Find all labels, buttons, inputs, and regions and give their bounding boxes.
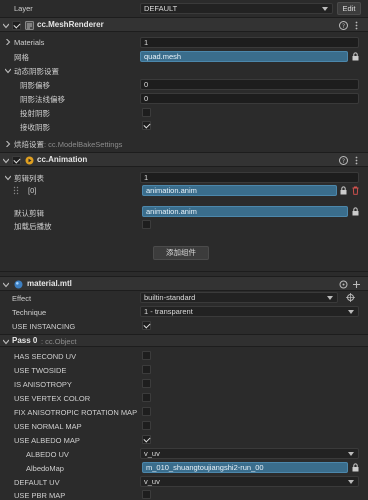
use-instancing-checkbox[interactable] bbox=[142, 321, 151, 330]
default-uv-label: DEFAULT UV bbox=[14, 478, 60, 487]
clip0-asset-field[interactable]: animation.anim bbox=[142, 185, 337, 196]
chevron-down-icon[interactable] bbox=[3, 23, 9, 29]
animation-icon bbox=[25, 156, 34, 165]
meshrenderer-header[interactable]: cc.MeshRenderer ? bbox=[0, 17, 368, 32]
lock-icon[interactable] bbox=[339, 186, 348, 195]
layer-edit-button[interactable]: Edit bbox=[337, 2, 361, 15]
svg-text:?: ? bbox=[342, 23, 345, 30]
material-icon bbox=[14, 280, 23, 289]
animation-title: cc.Animation bbox=[37, 155, 88, 164]
prop-label: USE VERTEX COLOR bbox=[14, 394, 91, 403]
bake-settings-label: 烘焙设置: cc.ModelBakeSettings bbox=[14, 139, 122, 150]
prop-label: USE ALBEDO MAP bbox=[14, 436, 80, 445]
mesh-asset-field[interactable]: quad.mesh bbox=[140, 51, 348, 62]
prop-label: FIX ANISOTROPIC ROTATION MAP bbox=[14, 408, 138, 417]
shadow-bias-label: 阴影偏移 bbox=[20, 81, 50, 90]
default-uv-select[interactable]: v_uv bbox=[140, 476, 359, 487]
bake-settings-type: : cc.ModelBakeSettings bbox=[44, 140, 123, 149]
use-pbr-map-checkbox[interactable] bbox=[142, 490, 151, 499]
divider bbox=[0, 271, 368, 272]
albedo-uv-label: ALBEDO UV bbox=[26, 450, 69, 459]
chevron-down-icon[interactable] bbox=[5, 68, 11, 74]
material-title: material.mtl bbox=[27, 279, 72, 288]
layer-label: Layer bbox=[14, 4, 33, 13]
pass0-header[interactable]: Pass 0 : cc.Object bbox=[0, 334, 368, 347]
fix-anisotropic-rotation-map-checkbox[interactable] bbox=[142, 407, 151, 416]
prop-label: USE NORMAL MAP bbox=[14, 422, 82, 431]
shadow-normal-bias-field[interactable]: 0 bbox=[140, 93, 359, 104]
use-instancing-label: USE INSTANCING bbox=[12, 322, 76, 331]
shadow-bias-field[interactable]: 0 bbox=[140, 79, 359, 90]
component-icon bbox=[25, 21, 34, 30]
lock-icon[interactable] bbox=[351, 463, 360, 472]
help-icon[interactable]: ? bbox=[339, 21, 348, 30]
drag-handle-icon[interactable] bbox=[13, 186, 19, 195]
add-icon[interactable] bbox=[352, 280, 361, 289]
chevron-right-icon[interactable] bbox=[5, 39, 11, 45]
chevron-down-icon[interactable] bbox=[3, 339, 9, 345]
help-icon[interactable]: ? bbox=[339, 156, 348, 165]
has-second-uv-checkbox[interactable] bbox=[142, 351, 151, 360]
lock-icon[interactable] bbox=[351, 52, 360, 61]
meshrenderer-title: cc.MeshRenderer bbox=[37, 20, 104, 29]
meshrenderer-enabled-checkbox[interactable] bbox=[12, 21, 21, 30]
locate-icon[interactable] bbox=[346, 293, 355, 302]
clip0-label: [0] bbox=[28, 186, 37, 195]
svg-text:?: ? bbox=[342, 158, 345, 165]
shadow-normal-bias-label: 阴影法线偏移 bbox=[20, 95, 65, 104]
is-anisotropy-checkbox[interactable] bbox=[142, 379, 151, 388]
clips-count-field[interactable]: 1 bbox=[140, 172, 359, 183]
play-on-load-checkbox[interactable] bbox=[142, 220, 151, 229]
chevron-down-icon[interactable] bbox=[3, 158, 9, 164]
play-on-load-label: 加载后播放 bbox=[14, 222, 52, 231]
mesh-label: 网格 bbox=[14, 53, 29, 62]
prop-label: IS ANISOTROPY bbox=[14, 380, 72, 389]
receive-shadow-label: 接收阴影 bbox=[20, 123, 50, 132]
cast-shadow-label: 投射阴影 bbox=[20, 109, 50, 118]
materials-label: Materials bbox=[14, 38, 45, 47]
pass0-title: Pass 0 bbox=[12, 336, 38, 345]
pass0-type: : cc.Object bbox=[41, 337, 77, 346]
layer-select[interactable]: DEFAULT bbox=[140, 3, 333, 14]
effect-label: Effect bbox=[12, 294, 32, 303]
prop-label: HAS SECOND UV bbox=[14, 352, 77, 361]
materials-count-field[interactable]: 1 bbox=[140, 37, 359, 48]
material-header[interactable]: material.mtl bbox=[0, 276, 368, 291]
clips-label: 剪辑列表 bbox=[14, 174, 44, 183]
cast-shadow-checkbox[interactable] bbox=[142, 108, 151, 117]
bake-settings-text: 烘焙设置 bbox=[14, 140, 44, 149]
use-normal-map-checkbox[interactable] bbox=[142, 421, 151, 430]
add-component-button[interactable]: 添加组件 bbox=[153, 246, 209, 260]
more-icon[interactable] bbox=[352, 156, 361, 165]
albedo-map-label: AlbedoMap bbox=[26, 464, 64, 473]
use-albedo-map-checkbox[interactable] bbox=[142, 435, 151, 444]
shadow-group-label: 动态阴影设置 bbox=[14, 67, 59, 76]
chevron-down-icon[interactable] bbox=[3, 282, 9, 288]
technique-select[interactable]: 1 - transparent bbox=[140, 306, 359, 317]
effect-select[interactable]: builtin-standard bbox=[140, 292, 338, 303]
default-clip-label: 默认剪辑 bbox=[14, 209, 44, 218]
albedo-map-asset-field[interactable]: m_010_shuangtoujiangshi2-run_00 bbox=[142, 462, 348, 473]
use-twoside-checkbox[interactable] bbox=[142, 365, 151, 374]
use-vertex-color-checkbox[interactable] bbox=[142, 393, 151, 402]
default-clip-asset-field[interactable]: animation.anim bbox=[142, 206, 348, 217]
receive-shadow-checkbox[interactable] bbox=[142, 121, 151, 130]
chevron-down-icon[interactable] bbox=[5, 175, 11, 181]
use-pbr-map-label: USE PBR MAP bbox=[14, 491, 66, 500]
lock-icon[interactable] bbox=[351, 207, 360, 216]
chevron-right-icon[interactable] bbox=[5, 141, 11, 147]
more-icon[interactable] bbox=[352, 21, 361, 30]
prop-label: USE TWOSIDE bbox=[14, 366, 67, 375]
animation-header[interactable]: cc.Animation ? bbox=[0, 152, 368, 167]
animation-enabled-checkbox[interactable] bbox=[12, 156, 21, 165]
technique-label: Technique bbox=[12, 308, 47, 317]
albedo-uv-select[interactable]: v_uv bbox=[140, 448, 359, 459]
reset-icon[interactable] bbox=[339, 280, 348, 289]
trash-icon[interactable] bbox=[351, 186, 360, 195]
